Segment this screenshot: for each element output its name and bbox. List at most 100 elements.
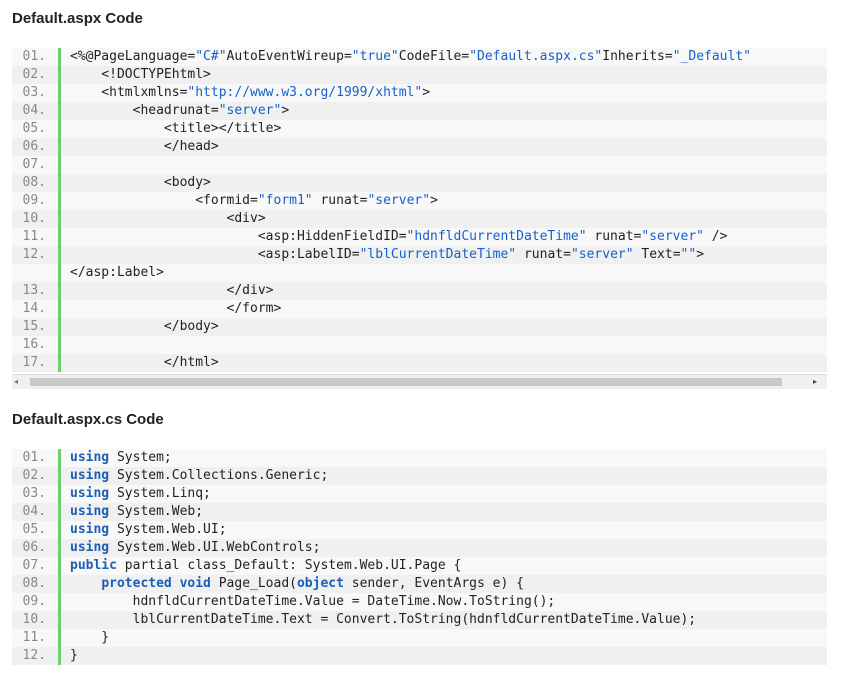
scroll-right-arrow-icon[interactable]: ▸ bbox=[813, 377, 823, 387]
line-number: 10. bbox=[12, 611, 56, 629]
gutter-bar bbox=[58, 300, 61, 318]
line-number: 11. bbox=[12, 629, 56, 647]
code-token: /> bbox=[703, 229, 728, 244]
code-text: using System.Web.UI; bbox=[70, 521, 227, 539]
gutter-bar bbox=[58, 264, 61, 282]
string-token: "Default.aspx.cs" bbox=[469, 49, 603, 64]
gutter-bar bbox=[58, 156, 61, 174]
code-text: <asp:LabelID="lblCurrentDateTime" runat=… bbox=[70, 246, 704, 264]
code-line: 01. using System; bbox=[12, 449, 827, 467]
keyword-token: protected void bbox=[101, 576, 211, 591]
scroll-left-arrow-icon[interactable]: ◂ bbox=[14, 377, 24, 387]
gutter-bar bbox=[58, 629, 61, 647]
code-line: 02. <!DOCTYPEhtml> bbox=[12, 66, 827, 84]
code-line: 02. using System.Collections.Generic; bbox=[12, 467, 827, 485]
code-token: runat= bbox=[312, 193, 368, 208]
code-line: 10. <div> bbox=[12, 210, 827, 228]
code-line: </asp:Label> bbox=[12, 264, 827, 282]
gutter-bar bbox=[58, 246, 61, 264]
code-text: <div> bbox=[70, 210, 266, 228]
line-number-text: 10. bbox=[22, 211, 46, 226]
line-number: 07. bbox=[12, 557, 56, 575]
code-line: 04. <headrunat="server"> bbox=[12, 102, 827, 120]
line-number-text: 16. bbox=[22, 337, 46, 352]
code-line: 03. <htmlxmlns="http://www.w3.org/1999/x… bbox=[12, 84, 827, 102]
code-line: 12. <asp:LabelID="lblCurrentDateTime" ru… bbox=[12, 246, 827, 264]
code-line: 06. using System.Web.UI.WebControls; bbox=[12, 539, 827, 557]
code-token: } bbox=[70, 630, 110, 645]
code-text: <!DOCTYPEhtml> bbox=[70, 66, 211, 84]
code-token: System.Collections.Generic; bbox=[109, 468, 329, 483]
gutter-bar bbox=[58, 138, 61, 156]
string-token: "server" bbox=[641, 229, 704, 244]
keyword-token: object bbox=[296, 576, 344, 591]
code-text: <htmlxmlns="http://www.w3.org/1999/xhtml… bbox=[70, 84, 430, 102]
gutter-bar bbox=[58, 84, 61, 102]
gutter-bar bbox=[58, 174, 61, 192]
gutter-bar bbox=[58, 210, 61, 228]
line-number: 09. bbox=[12, 192, 56, 210]
code-token: <div> bbox=[70, 211, 266, 226]
code-text: using System.Collections.Generic; bbox=[70, 467, 328, 485]
code-token: > bbox=[696, 247, 705, 262]
code-token: partial class_Default: System.Web.UI.Pag… bbox=[116, 558, 462, 573]
gutter-bar bbox=[58, 102, 61, 120]
line-number-text: 10. bbox=[22, 612, 46, 627]
code-line: 17. </html> bbox=[12, 354, 827, 372]
code-token: lblCurrentDateTime.Text = Convert.ToStri… bbox=[70, 612, 697, 627]
code-token: <title></title> bbox=[70, 121, 282, 136]
code-line: 08. <body> bbox=[12, 174, 827, 192]
gutter-bar bbox=[58, 449, 61, 467]
line-number: 09. bbox=[12, 593, 56, 611]
cs-heading: Default.aspx.cs Code bbox=[12, 411, 164, 428]
code-line: 05. <title></title> bbox=[12, 120, 827, 138]
code-token: <formid= bbox=[70, 193, 258, 208]
code-line: 08. protected void Page_Load(object send… bbox=[12, 575, 827, 593]
line-number: 03. bbox=[12, 485, 56, 503]
line-number-text: 03. bbox=[22, 85, 46, 100]
code-line: 12.} bbox=[12, 647, 827, 665]
code-text: <%@PageLanguage="C#"AutoEventWireup="tru… bbox=[70, 48, 751, 66]
line-number-text: 02. bbox=[22, 468, 46, 483]
code-token: } bbox=[70, 648, 78, 663]
code-token: System.Web.UI; bbox=[109, 522, 227, 537]
aspx-heading: Default.aspx Code bbox=[12, 10, 143, 27]
code-text: <asp:HiddenFieldID="hdnfldCurrentDateTim… bbox=[70, 228, 728, 246]
line-number: 08. bbox=[12, 575, 56, 593]
line-number: 01. bbox=[12, 48, 56, 66]
line-number-text: 11. bbox=[22, 229, 46, 244]
line-number bbox=[12, 264, 56, 282]
keyword-token: using bbox=[70, 540, 110, 555]
code-token: hdnfldCurrentDateTime.Value = DateTime.N… bbox=[70, 594, 556, 609]
scrollbar-thumb[interactable] bbox=[30, 378, 782, 386]
gutter-bar bbox=[58, 282, 61, 300]
line-number-text: 04. bbox=[22, 504, 46, 519]
keyword-token: using bbox=[70, 450, 110, 465]
line-number: 16. bbox=[12, 336, 56, 354]
line-number: 02. bbox=[12, 66, 56, 84]
code-text: </asp:Label> bbox=[70, 264, 164, 282]
code-token: AutoEventWireup= bbox=[226, 49, 352, 64]
code-token: Text= bbox=[633, 247, 681, 262]
line-number-text: 06. bbox=[22, 540, 46, 555]
code-text: public partial class_Default: System.Web… bbox=[70, 557, 461, 575]
code-token: System; bbox=[109, 450, 172, 465]
string-token: "http://www.w3.org/1999/xhtml" bbox=[187, 85, 423, 100]
code-text: </head> bbox=[70, 138, 219, 156]
code-token: <asp:HiddenFieldID= bbox=[70, 229, 407, 244]
code-token: <body> bbox=[70, 175, 211, 190]
aspx-code-block: 01. <%@PageLanguage="C#"AutoEventWireup="… bbox=[12, 48, 827, 372]
code-text: hdnfldCurrentDateTime.Value = DateTime.N… bbox=[70, 593, 556, 611]
line-number-text: 04. bbox=[22, 103, 46, 118]
code-token: </div> bbox=[70, 283, 274, 298]
keyword-token: public bbox=[70, 558, 117, 573]
code-token: </html> bbox=[70, 355, 219, 370]
line-number: 13. bbox=[12, 282, 56, 300]
code-token: System.Linq; bbox=[109, 486, 211, 501]
code-text: <formid="form1" runat="server"> bbox=[70, 192, 438, 210]
aspx-horizontal-scrollbar[interactable]: ◂ ▸ bbox=[12, 374, 827, 389]
code-token: System.Web.UI.WebControls; bbox=[109, 540, 321, 555]
line-number: 06. bbox=[12, 138, 56, 156]
keyword-token: using bbox=[70, 504, 110, 519]
code-text: lblCurrentDateTime.Text = Convert.ToStri… bbox=[70, 611, 697, 629]
